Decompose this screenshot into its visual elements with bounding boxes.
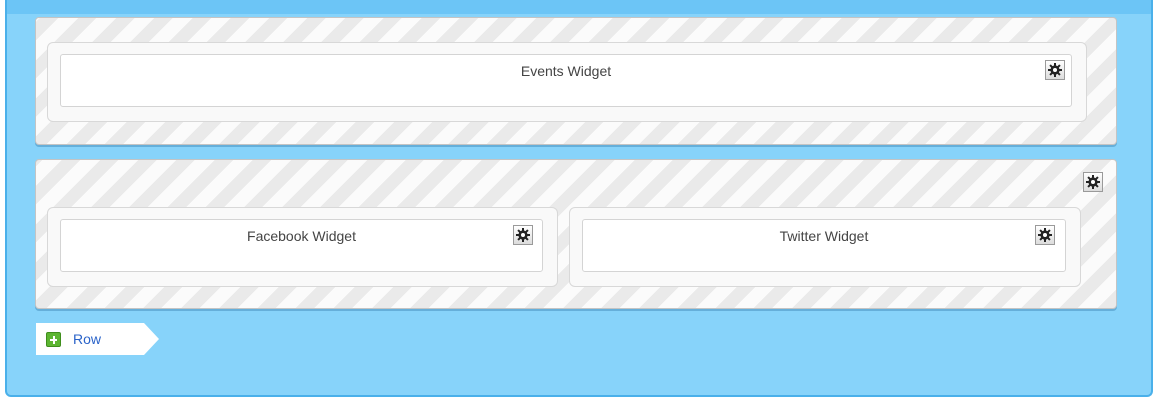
twitter-widget[interactable]: Twitter Widget: [582, 219, 1066, 272]
events-widget[interactable]: Events Widget: [60, 54, 1072, 107]
events-widget-title: Events Widget: [520, 63, 612, 79]
gear-icon[interactable]: [1083, 172, 1103, 192]
plus-icon: [46, 332, 61, 347]
facebook-widget[interactable]: Facebook Widget: [60, 219, 543, 272]
gear-icon[interactable]: [1035, 225, 1055, 245]
layout-canvas: Events Widget Facebook Widget Twitter Wi…: [5, 0, 1153, 397]
twitter-widget-title: Twitter Widget: [779, 228, 869, 244]
gear-icon-glyph: [1038, 228, 1052, 242]
facebook-widget-title: Facebook Widget: [247, 228, 356, 244]
add-row-label: Row: [73, 331, 102, 347]
layout-row-2[interactable]: Facebook Widget Twitter Widget: [35, 159, 1117, 309]
gear-icon[interactable]: [1045, 60, 1065, 80]
row-2-column-1[interactable]: Facebook Widget: [47, 207, 558, 287]
gear-icon-glyph: [1086, 175, 1100, 189]
row-2-column-2[interactable]: Twitter Widget: [569, 207, 1081, 287]
row-1-column[interactable]: Events Widget: [47, 42, 1087, 122]
gear-icon-glyph: [516, 228, 530, 242]
canvas-top-band: [7, 0, 1151, 14]
add-row-button[interactable]: Row: [36, 323, 160, 355]
gear-icon-glyph: [1048, 63, 1062, 77]
layout-row-1[interactable]: Events Widget: [35, 17, 1117, 145]
gear-icon[interactable]: [513, 225, 533, 245]
